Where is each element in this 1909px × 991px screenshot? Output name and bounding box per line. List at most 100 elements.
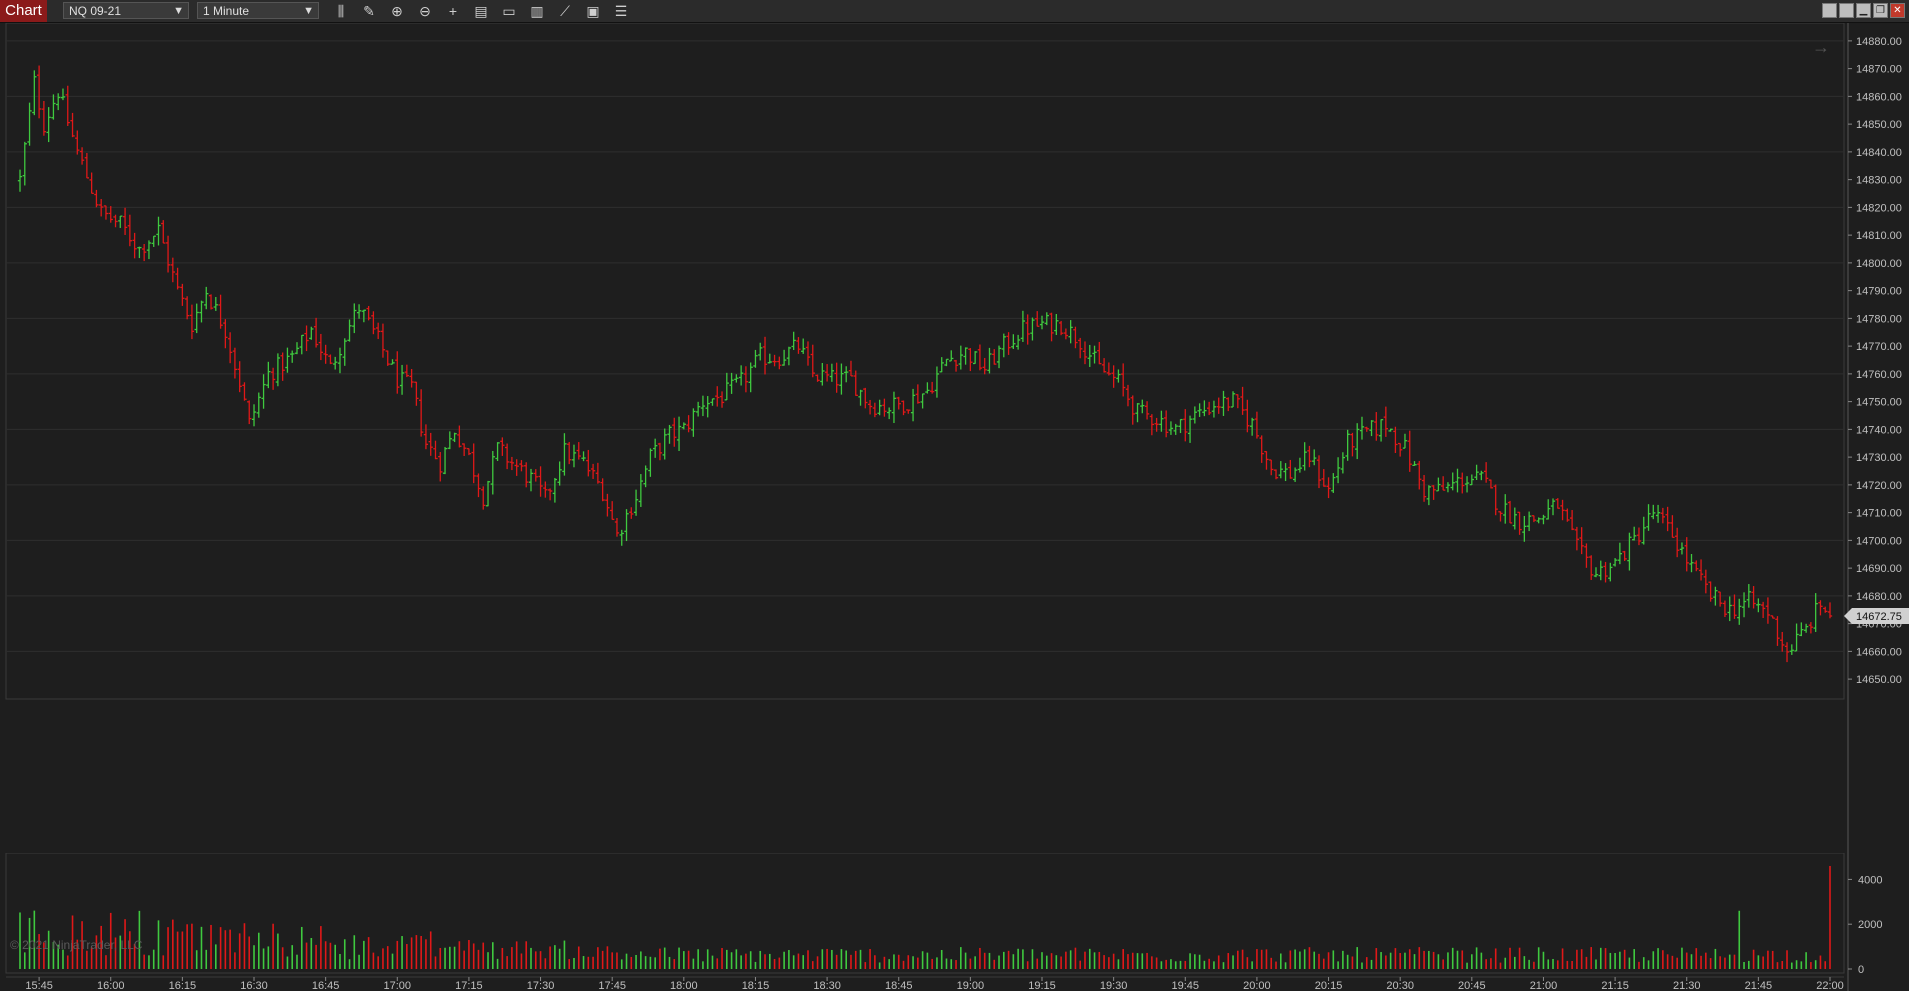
ohlc-bar (199, 300, 204, 323)
ohlc-bar (1049, 312, 1054, 342)
instrument-selector[interactable]: NQ 09-21 ▼ (63, 2, 189, 19)
ohlc-bar (1092, 345, 1097, 364)
volume-panel[interactable]: 4000 2000 0 15:45 16:00 16:15 16:30 16:45 17:00 1… (0, 853, 1909, 991)
price-panel[interactable]: 14880.00 14870.00 14860.00 14850.00 14840.00… (0, 23, 1909, 853)
ohlc-bar (122, 207, 128, 235)
ohlc-bar (1589, 555, 1594, 580)
bar-type-icon[interactable]: ⫼ (333, 3, 349, 19)
drawing-pencil-icon[interactable]: ✎ (361, 3, 377, 19)
ohlc-bar (294, 342, 300, 355)
ohlc-bar (1469, 474, 1474, 486)
ohlc-bar (1627, 532, 1632, 571)
properties-list-icon[interactable]: ☰ (613, 3, 629, 19)
ohlc-bar (137, 246, 142, 259)
window-tile2-icon[interactable] (1839, 3, 1854, 18)
ohlc-bar (84, 152, 90, 179)
ohlc-bar (180, 283, 185, 306)
volume-axis-label: 2000 (1858, 919, 1882, 931)
ohlc-bar (1727, 596, 1732, 622)
ohlc-bar (299, 334, 304, 355)
interval-value: 1 Minute (203, 4, 250, 18)
interval-selector[interactable]: 1 Minute ▼ (197, 2, 319, 19)
ohlc-bar (1130, 395, 1135, 425)
ohlc-bar (1622, 550, 1627, 561)
price-axis-label: 14660.00 (1856, 646, 1902, 658)
ohlc-bar (1818, 600, 1823, 616)
ohlc-bar (982, 357, 987, 375)
ohlc-bar (1211, 400, 1217, 418)
zoom-out-icon[interactable]: ⊖ (417, 3, 433, 19)
ohlc-bar (32, 70, 37, 116)
ohlc-bar (1149, 414, 1154, 436)
ohlc-bar (767, 353, 772, 364)
ohlc-bar (213, 297, 218, 311)
templates-icon[interactable]: ▭ (501, 3, 517, 19)
ohlc-bar (1207, 401, 1212, 416)
crosshair-icon[interactable]: + (445, 3, 461, 19)
ohlc-bar (165, 235, 171, 273)
chart-trader-icon[interactable]: ▣ (585, 3, 601, 19)
volume-axis-label: 4000 (1858, 874, 1882, 886)
price-axis-label: 14780.00 (1856, 313, 1902, 325)
ohlc-bar (156, 216, 161, 246)
ohlc-bar (834, 362, 839, 393)
ohlc-bar (963, 347, 968, 365)
ohlc-bar (724, 372, 729, 401)
ohlc-bar (691, 408, 696, 437)
zoom-in-icon[interactable]: ⊕ (389, 3, 405, 19)
ohlc-bar (1063, 328, 1069, 340)
ohlc-bar (223, 319, 228, 349)
time-axis-label: 20:30 (1386, 980, 1414, 991)
time-axis-label: 22:00 (1816, 980, 1844, 991)
ohlc-bar (762, 336, 768, 375)
ohlc-bar (1531, 515, 1537, 523)
ohlc-bar (1617, 542, 1623, 565)
ohlc-bar (1536, 517, 1541, 524)
ohlc-bar (328, 354, 333, 365)
ohlc-bar (748, 362, 753, 393)
ohlc-bar (877, 399, 882, 416)
ohlc-bar (89, 172, 94, 194)
ohlc-bar (414, 381, 419, 406)
time-axis-label: 19:15 (1028, 980, 1056, 991)
ohlc-bar (118, 215, 123, 228)
close-icon[interactable]: ✕ (1890, 3, 1905, 18)
data-series-icon[interactable]: ▤ (473, 3, 489, 19)
ohlc-bar (1011, 334, 1016, 350)
ohlc-bar (461, 443, 467, 457)
ohlc-bar (1369, 420, 1374, 437)
current-price-label: 14672.75 (1856, 611, 1902, 623)
time-axis-label: 17:45 (598, 980, 626, 991)
window-tile-icon[interactable] (1822, 3, 1837, 18)
ohlc-bar (1015, 334, 1021, 350)
ohlc-bar (1651, 504, 1656, 520)
price-axis-label: 14690.00 (1856, 563, 1902, 575)
time-axis-label: 18:15 (742, 980, 770, 991)
time-axis-label: 15:45 (25, 980, 53, 991)
indicators-icon[interactable]: ▥ (529, 3, 545, 19)
chart-tab[interactable]: Chart (0, 0, 47, 22)
ohlc-bar (1068, 320, 1073, 344)
ohlc-bar (1655, 504, 1661, 523)
scroll-right-arrow-icon[interactable]: → (1812, 37, 1830, 57)
ohlc-bar (428, 432, 433, 456)
ohlc-bar (1765, 597, 1771, 624)
ohlc-bar (968, 348, 973, 372)
minimize-icon[interactable]: ▁ (1856, 3, 1871, 18)
ohlc-bar (552, 477, 558, 503)
ohlc-bar (901, 400, 906, 416)
ohlc-bar (872, 402, 878, 418)
price-axis-label: 14650.00 (1856, 674, 1902, 686)
restore-icon[interactable]: ❐ (1873, 3, 1888, 18)
ohlc-bar (906, 409, 911, 414)
ohlc-bar (1345, 429, 1350, 461)
ohlc-bar (681, 422, 686, 430)
ohlc-bar (1603, 561, 1608, 583)
time-axis-label: 21:15 (1601, 980, 1629, 991)
price-axis-label: 14830.00 (1856, 175, 1902, 187)
ohlc-bar (466, 448, 472, 456)
chart-area[interactable]: 14880.00 14870.00 14860.00 14850.00 14840.00… (0, 23, 1909, 991)
strategies-icon[interactable]: ⟋ (557, 3, 573, 19)
time-axis-label: 19:45 (1172, 980, 1200, 991)
ohlc-bar (710, 398, 715, 406)
